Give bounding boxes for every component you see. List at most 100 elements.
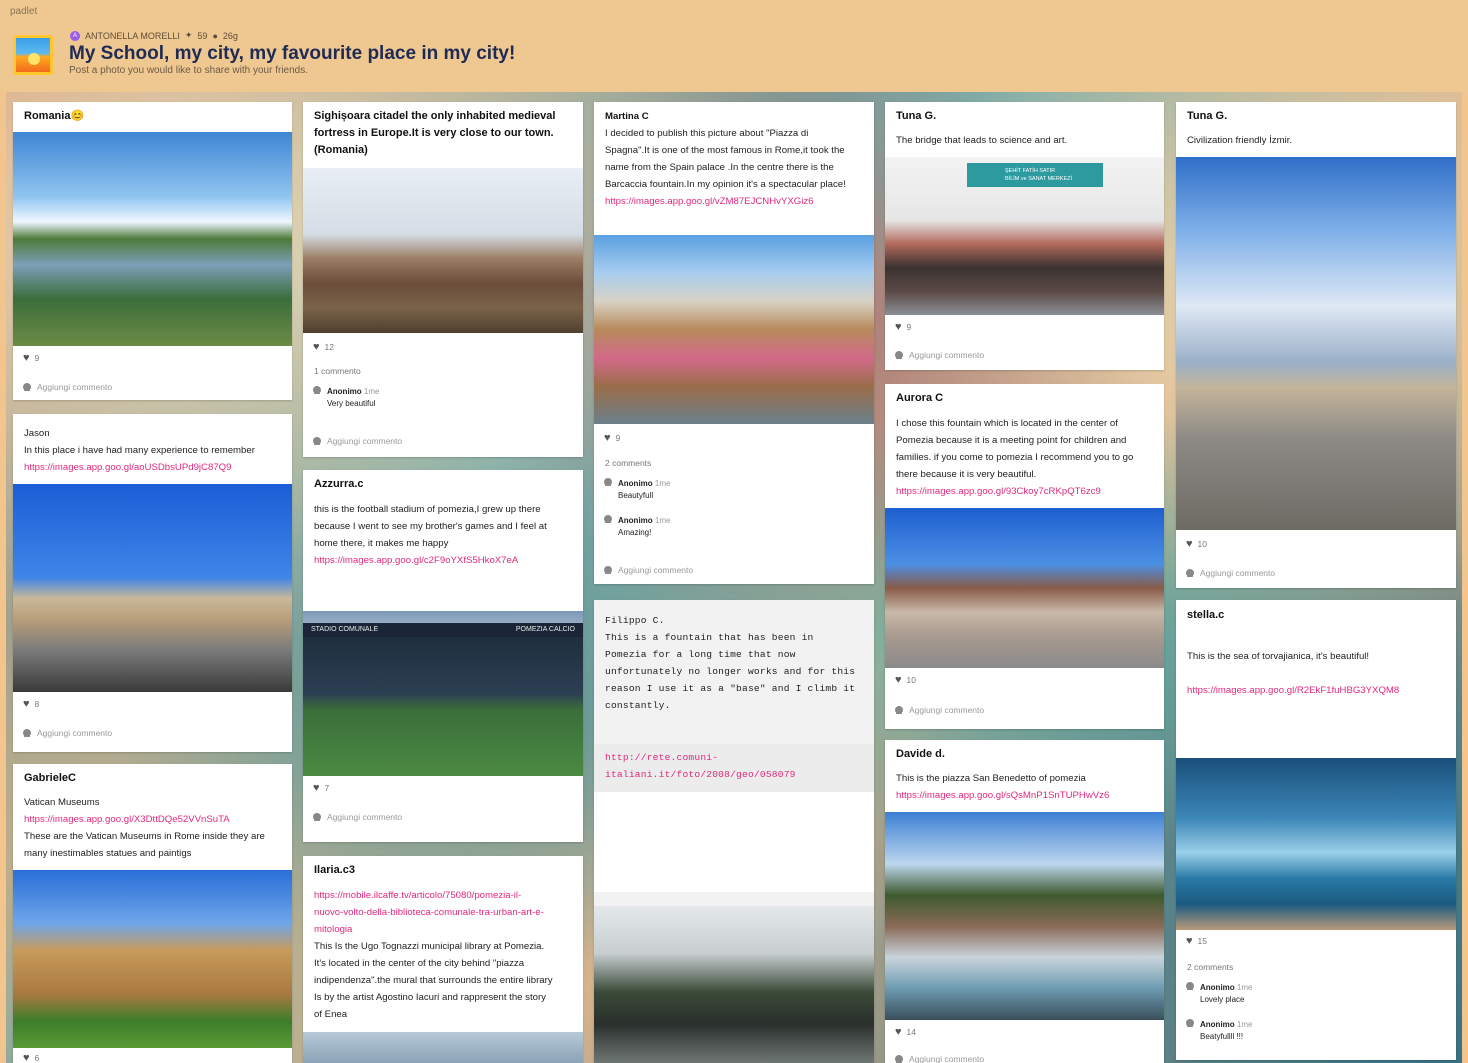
- post-text: name from the Spain palace .In the centr…: [605, 162, 834, 173]
- add-comment-button[interactable]: Aggiungi commento: [604, 565, 693, 575]
- post-card[interactable]: Tuna G. The bridge that leads to science…: [885, 102, 1164, 370]
- like-button[interactable]: ♥ 9: [895, 321, 911, 333]
- post-card[interactable]: Filippo C. This is a fountain that has b…: [594, 600, 874, 1063]
- post-card[interactable]: Davide d. This is the piazza San Benedet…: [885, 740, 1164, 1063]
- like-button[interactable]: ♥ 12: [313, 341, 334, 353]
- add-comment-button[interactable]: Aggiungi commento: [313, 436, 402, 446]
- post-age: 26g: [222, 30, 238, 41]
- post-card[interactable]: GabrieleC Vatican Museums https://images…: [13, 764, 292, 1063]
- heart-icon: ♥: [895, 1026, 902, 1038]
- post-author: Filippo C.: [605, 615, 665, 626]
- post-card[interactable]: Jason In this place i have had many expe…: [13, 414, 292, 752]
- post-card[interactable]: Tuna G. Civilization friendly İzmir. ♥ 10…: [1176, 102, 1456, 588]
- like-button[interactable]: ♥ 10: [1186, 538, 1207, 550]
- heart-icon: ♥: [23, 352, 30, 364]
- post-card[interactable]: Sighișoara citadel the only inhabited me…: [303, 102, 583, 457]
- post-text: home there, it makes me happy: [314, 538, 449, 549]
- heart-icon: ♥: [895, 674, 902, 686]
- comment: Anonimo 1me Lovely place: [1186, 982, 1252, 1006]
- like-button[interactable]: ♥ 6: [23, 1052, 39, 1063]
- post-link[interactable]: https://images.app.goo.gl/vZM87EJCNHvYXG…: [605, 193, 814, 210]
- post-title: Tuna G.: [896, 110, 937, 122]
- comment: Anonimo 1me Beautyfull: [604, 478, 670, 502]
- add-comment-button[interactable]: Aggiungi commento: [23, 382, 112, 392]
- user-icon: [313, 437, 321, 445]
- add-comment-button[interactable]: Aggiungi commento: [313, 812, 402, 822]
- post-link[interactable]: https://images.app.goo.gl/93Ckoy7cRKpQT6…: [896, 483, 1101, 500]
- post-link[interactable]: https://images.app.goo.gl/R2EkF1fuHBG3YX…: [1187, 682, 1399, 699]
- comment-count[interactable]: 1 commento: [314, 366, 361, 376]
- like-button[interactable]: ♥ 14: [895, 1026, 916, 1038]
- post-link[interactable]: https://images.app.goo.gl/X3DttDQe52VVnS…: [24, 811, 230, 828]
- post-link[interactable]: mitologia: [314, 921, 352, 938]
- user-icon: [1186, 1019, 1194, 1027]
- post-card[interactable]: Azzurra.c this is the football stadium o…: [303, 470, 583, 842]
- link-preview-body: [594, 792, 874, 892]
- brand-label[interactable]: padlet: [10, 6, 37, 17]
- post-title: Romania😊: [24, 110, 85, 122]
- heart-icon: ♥: [23, 1052, 30, 1063]
- like-button[interactable]: ♥ 15: [1186, 935, 1207, 947]
- heart-icon: ♥: [313, 341, 320, 353]
- post-image[interactable]: [13, 484, 292, 692]
- add-comment-button[interactable]: Aggiungi commento: [895, 350, 984, 360]
- author-line: A ANTONELLA MORELLI ✦ 59 ● 26g: [70, 30, 238, 41]
- post-image[interactable]: [885, 812, 1164, 1020]
- comment: Anonimo 1me Very beautiful: [313, 386, 379, 410]
- post-title: Aurora C: [896, 392, 944, 404]
- post-image[interactable]: STADIO COMUNALE POMEZIA CALCIO: [303, 611, 583, 776]
- post-title: Martina C: [605, 111, 649, 122]
- post-image[interactable]: [13, 132, 292, 346]
- post-image[interactable]: [303, 168, 583, 333]
- post-text: Barcaccia fountain.In my opinion it's a …: [605, 179, 846, 190]
- heart-icon: ♥: [604, 432, 611, 444]
- user-icon: [1186, 569, 1194, 577]
- comment-count[interactable]: 2 comments: [1187, 962, 1233, 972]
- comment-count[interactable]: 2 comments: [605, 458, 651, 468]
- post-text: This is the sea of torvajianica, it's be…: [1187, 651, 1370, 662]
- padlet-header: padlet A ANTONELLA MORELLI ✦ 59 ● 26g My…: [0, 0, 1468, 92]
- post-card[interactable]: Martina C I decided to publish this pict…: [594, 102, 874, 584]
- add-comment-button[interactable]: Aggiungi commento: [1186, 568, 1275, 578]
- post-title: Tuna G.: [1187, 110, 1228, 122]
- post-image[interactable]: [1176, 157, 1456, 530]
- post-image[interactable]: [594, 235, 874, 424]
- post-image[interactable]: ŞEHİT FATİH SATIR BİLİM ve SANAT MERKEZİ: [885, 157, 1164, 315]
- avatar[interactable]: A: [70, 30, 80, 41]
- post-image[interactable]: [594, 906, 874, 1063]
- post-link[interactable]: https://images.app.goo.gl/aoUSDbsUPd9jC8…: [24, 459, 231, 476]
- post-link[interactable]: nuovo-volto-della-biblioteca-comunale-tr…: [314, 904, 544, 921]
- like-button[interactable]: ♥ 9: [604, 432, 620, 444]
- post-text: This is the piazza San Benedetto of pome…: [896, 773, 1086, 784]
- author-name[interactable]: ANTONELLA MORELLI: [85, 31, 180, 41]
- post-text: constantly.: [605, 700, 671, 711]
- post-image[interactable]: [885, 508, 1164, 668]
- post-image[interactable]: [1176, 758, 1456, 930]
- post-image[interactable]: [303, 1032, 583, 1063]
- post-text: of Enea: [314, 1009, 348, 1020]
- post-text: I chose this fountain which is located i…: [896, 418, 1118, 429]
- post-link[interactable]: italiani.it/foto/2008/geo/058079: [605, 766, 796, 783]
- post-card[interactable]: stella.c This is the sea of torvajianica…: [1176, 600, 1456, 1060]
- heart-icon: ♥: [313, 782, 320, 794]
- like-button[interactable]: ♥ 8: [23, 698, 39, 710]
- post-text: This Is the Ugo Tognazzi municipal libra…: [314, 941, 545, 952]
- post-text: there because it is very beautiful.: [896, 469, 1037, 480]
- post-card[interactable]: Aurora C I chose this fountain which is …: [885, 384, 1164, 729]
- post-title: stella.c: [1187, 609, 1225, 621]
- post-text: Civilization friendly İzmir.: [1187, 135, 1293, 146]
- add-comment-button[interactable]: Aggiungi commento: [895, 705, 984, 715]
- like-button[interactable]: ♥ 7: [313, 782, 329, 794]
- post-card[interactable]: Ilaria.c3 https://mobile.ilcaffe.tv/arti…: [303, 856, 583, 1063]
- like-button[interactable]: ♥ 9: [23, 352, 39, 364]
- post-link[interactable]: https://mobile.ilcaffe.tv/articolo/75080…: [314, 887, 521, 904]
- add-comment-button[interactable]: Aggiungi commento: [23, 728, 112, 738]
- sunset-icon: [13, 35, 53, 75]
- post-link[interactable]: https://images.app.goo.gl/sQsMnP1SnTUPHw…: [896, 787, 1109, 804]
- post-image[interactable]: [13, 870, 292, 1048]
- like-button[interactable]: ♥ 10: [895, 674, 916, 686]
- post-link[interactable]: http://rete.comuni-: [605, 749, 718, 766]
- add-comment-button[interactable]: Aggiungi commento: [895, 1054, 984, 1063]
- post-card[interactable]: Romania😊 ♥ 9 Aggiungi commento: [13, 102, 292, 400]
- post-link[interactable]: https://images.app.goo.gl/c2F9oYXfS5HkoX…: [314, 552, 518, 569]
